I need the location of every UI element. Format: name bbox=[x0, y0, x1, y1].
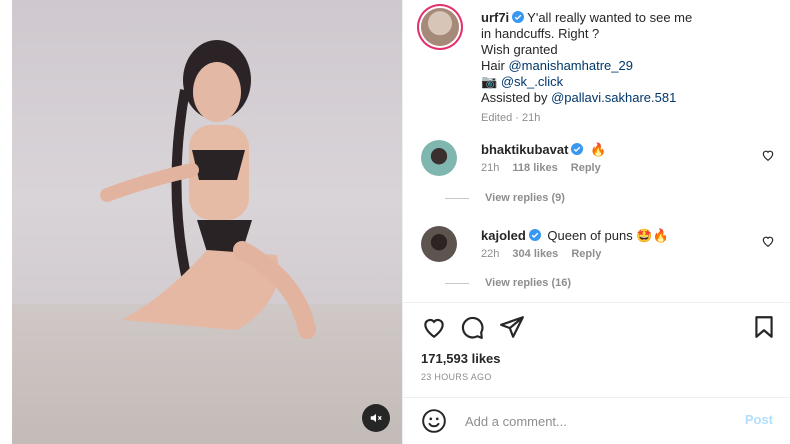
camera-handle-link[interactable]: @sk_.click bbox=[501, 74, 563, 89]
comment-item: bhaktikubavat 🔥 21h 118 likes Reply bbox=[421, 140, 781, 200]
reply-button[interactable]: Reply bbox=[571, 248, 601, 260]
actions-divider bbox=[403, 302, 790, 303]
comment-composer: Post bbox=[403, 398, 790, 444]
comment-heart-icon[interactable] bbox=[761, 148, 775, 162]
reply-button[interactable]: Reply bbox=[571, 162, 601, 174]
verified-badge-icon bbox=[512, 11, 525, 23]
comment-meta: 21h 118 likes Reply bbox=[481, 162, 611, 174]
likes-count[interactable]: 171,593 likes bbox=[421, 351, 501, 366]
assisted-label: Assisted by bbox=[481, 90, 548, 105]
view-replies-button[interactable]: View replies (9) bbox=[481, 192, 565, 204]
comment-text: Queen of puns 🤩🔥 bbox=[547, 228, 669, 243]
verified-badge-icon bbox=[528, 229, 541, 241]
comment-body: bhaktikubavat 🔥 bbox=[481, 142, 606, 158]
comment-text: 🔥 bbox=[590, 142, 607, 157]
comment-input[interactable] bbox=[465, 410, 715, 432]
author-avatar[interactable] bbox=[421, 8, 459, 46]
commenter-avatar[interactable] bbox=[421, 140, 457, 176]
bookmark-icon[interactable] bbox=[751, 314, 777, 340]
post-button[interactable]: Post bbox=[745, 412, 773, 427]
caption-text: urf7i Y'all really wanted to see me in ha… bbox=[481, 10, 781, 126]
comment-likes[interactable]: 304 likes bbox=[512, 248, 558, 260]
comment-icon[interactable] bbox=[459, 314, 485, 340]
mute-button[interactable] bbox=[362, 404, 390, 432]
like-heart-icon[interactable] bbox=[421, 314, 447, 340]
comment-body: kajoled Queen of puns 🤩🔥 bbox=[481, 228, 669, 244]
camera-emoji: 📷 bbox=[481, 74, 498, 89]
commenter-avatar[interactable] bbox=[421, 226, 457, 262]
caption-meta: Edited · 21h bbox=[481, 112, 541, 124]
hair-label: Hair bbox=[481, 58, 505, 73]
verified-badge-icon bbox=[571, 143, 584, 155]
post-photo bbox=[100, 40, 316, 339]
assisted-handle-link[interactable]: @pallavi.sakhare.581 bbox=[551, 90, 676, 105]
commenter-username[interactable]: kajoled bbox=[481, 228, 526, 243]
mute-icon bbox=[370, 413, 382, 423]
author-username[interactable]: urf7i bbox=[481, 10, 509, 25]
hair-handle-link[interactable]: @manishamhatre_29 bbox=[508, 58, 632, 73]
emoji-icon[interactable] bbox=[421, 408, 447, 434]
share-icon[interactable] bbox=[499, 314, 525, 340]
caption-line-2: in handcuffs. Right ? bbox=[481, 26, 600, 41]
comment-time: 22h bbox=[481, 248, 500, 260]
comment-time: 21h bbox=[481, 162, 500, 174]
comment-heart-icon[interactable] bbox=[761, 234, 775, 248]
view-replies-button[interactable]: View replies (16) bbox=[481, 277, 571, 289]
post-side-panel: urf7i Y'all really wanted to see me in ha… bbox=[402, 0, 790, 444]
post-media[interactable] bbox=[12, 0, 402, 444]
commenter-username[interactable]: bhaktikubavat bbox=[481, 142, 568, 157]
caption-line-3: Wish granted bbox=[481, 42, 558, 57]
caption-line-1: Y'all really wanted to see me bbox=[527, 10, 693, 25]
comment-likes[interactable]: 118 likes bbox=[512, 162, 557, 174]
comment-meta: 22h 304 likes Reply bbox=[481, 248, 611, 260]
action-bar bbox=[421, 314, 777, 340]
comment-item: kajoled Queen of puns 🤩🔥 22h 304 likes R… bbox=[421, 226, 781, 286]
post-timestamp: 23 HOURS AGO bbox=[421, 372, 492, 382]
